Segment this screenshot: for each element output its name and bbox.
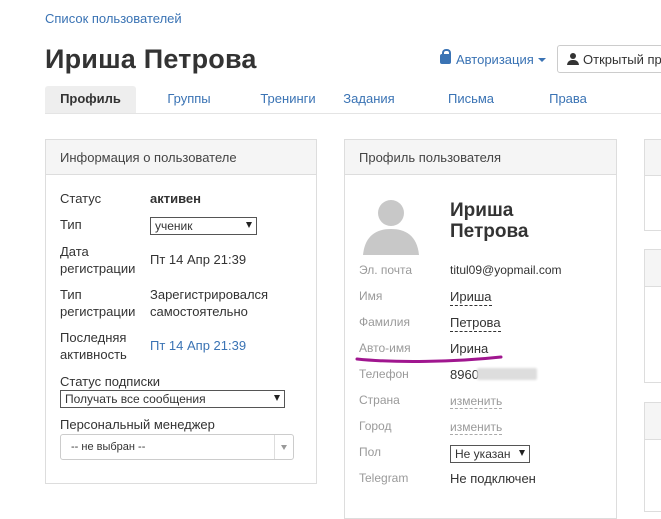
caret-down-icon — [537, 58, 546, 62]
subscription-label: Статус подписки — [60, 374, 161, 389]
gender-label: Пол — [359, 445, 382, 459]
reg-date-label: Дата регистрации — [60, 244, 136, 276]
type-label: Тип — [60, 217, 82, 232]
type-select[interactable]: ученик — [150, 217, 257, 235]
user-info-panel: Информация о пользователе Статус активен… — [45, 139, 317, 484]
right-panel-3 — [644, 402, 661, 512]
reg-type-value: Зарегистрировался самостоятельно — [150, 287, 269, 319]
tab-trainings[interactable]: Тренинги — [248, 86, 328, 113]
reg-type-label: Тип регистрации — [60, 287, 136, 319]
subscription-select[interactable]: Получать все сообщения — [60, 390, 285, 408]
manager-select[interactable]: -- не выбран -- — [60, 434, 294, 460]
last-name-value[interactable]: Петрова — [450, 314, 501, 332]
city-change-link[interactable]: изменить — [450, 419, 503, 435]
manager-select-value: -- не выбран -- — [71, 441, 146, 453]
tab-groups[interactable]: Группы — [156, 86, 222, 113]
right-panel-1 — [644, 139, 661, 231]
right-panel-2 — [644, 249, 661, 383]
status-value: активен — [150, 191, 201, 206]
triangle-down-icon — [246, 222, 252, 228]
first-name-label: Имя — [359, 289, 383, 303]
triangle-down-icon — [281, 445, 287, 450]
user-icon — [567, 53, 579, 65]
telegram-label: Telegram — [359, 471, 409, 485]
auth-dropdown[interactable]: Авторизация — [440, 49, 546, 67]
city-label: Город — [359, 419, 392, 433]
manager-label: Персональный менеджер — [60, 417, 215, 432]
email-value: titul09@yopmail.com — [450, 263, 562, 277]
tab-bar: Профиль Группы Тренинги Задания Письма П… — [45, 86, 661, 114]
reg-date-value: Пт 14 Апр 21:39 — [150, 252, 247, 267]
tab-profile[interactable]: Профиль — [45, 86, 136, 113]
profile-name: Ириша Петрова — [450, 200, 529, 242]
auth-label: Авторизация — [456, 52, 534, 67]
profile-panel: Профиль пользователя Ириша Петрова Эл. по… — [344, 139, 617, 519]
telegram-value: Не подключен — [450, 471, 536, 486]
last-activity-link[interactable]: Пт 14 Апр 21:39 — [150, 337, 246, 354]
select-arrow — [274, 435, 293, 459]
triangle-down-icon — [274, 395, 280, 401]
phone-label: Телефон — [359, 367, 409, 381]
phone-redacted — [477, 368, 537, 380]
triangle-down-icon — [519, 450, 525, 456]
open-profile-button[interactable]: Открытый проф — [557, 45, 661, 73]
email-label: Эл. почта — [359, 263, 413, 277]
profile-title: Профиль пользователя — [345, 140, 616, 175]
gender-select-value: Не указан — [455, 447, 511, 461]
avatar — [359, 191, 423, 255]
first-name-value[interactable]: Ириша — [450, 288, 492, 306]
gender-select[interactable]: Не указан — [450, 445, 530, 463]
highlight-underline — [355, 355, 503, 363]
lock-icon — [440, 49, 451, 64]
tab-tasks[interactable]: Задания — [329, 86, 409, 113]
user-info-title: Информация о пользователе — [46, 140, 316, 175]
page-title: Ириша Петрова — [45, 44, 257, 74]
last-name-label: Фамилия — [359, 315, 410, 329]
auto-name-label: Авто-имя — [359, 341, 411, 355]
subscription-select-value: Получать все сообщения — [65, 392, 206, 406]
status-label: Статус — [60, 191, 102, 206]
open-profile-label: Открытый проф — [583, 52, 661, 67]
breadcrumb-users-list[interactable]: Список пользователей — [45, 11, 182, 26]
type-select-value: ученик — [155, 219, 193, 233]
last-activity-label: Последняя активность — [60, 330, 127, 362]
phone-value: 8960 — [450, 367, 479, 382]
country-change-link[interactable]: изменить — [450, 393, 503, 409]
tab-rights[interactable]: Права — [537, 86, 599, 113]
tab-letters[interactable]: Письма — [441, 86, 501, 113]
country-label: Страна — [359, 393, 400, 407]
